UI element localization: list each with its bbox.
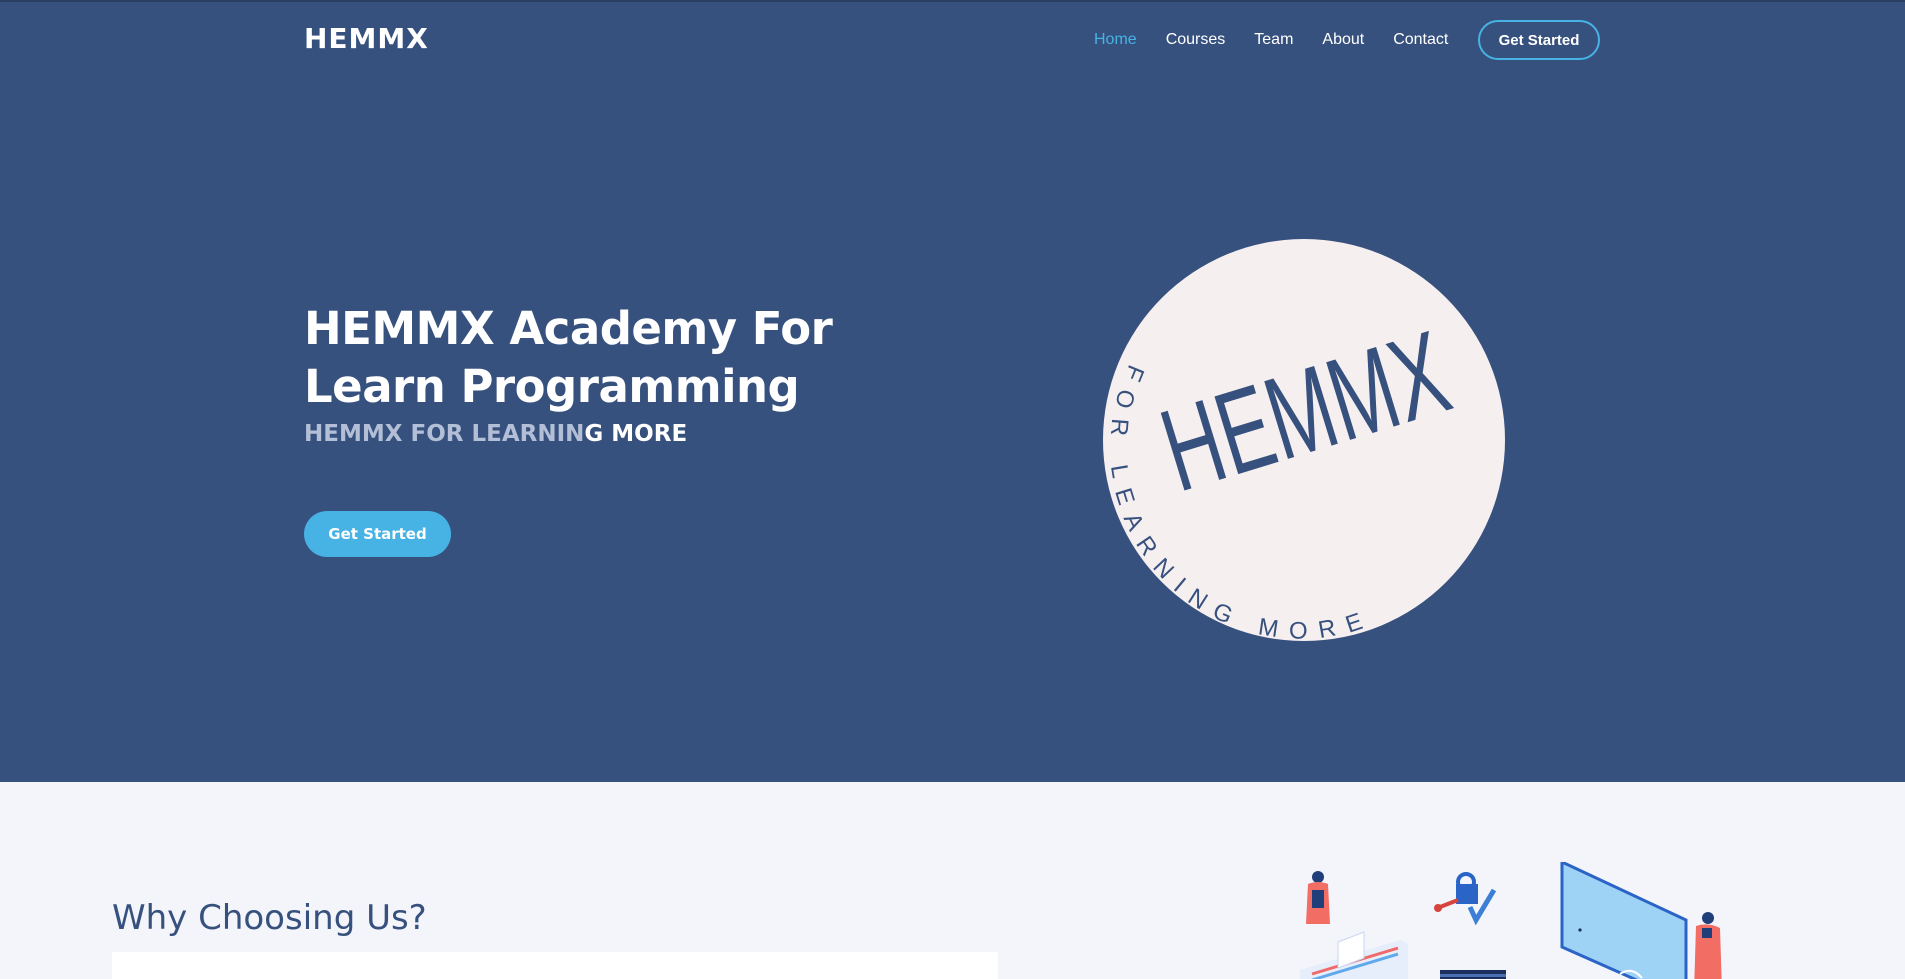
- monitor-illustration: [1560, 862, 1688, 979]
- hero-subtitle-cursor-part: G MORE: [584, 421, 688, 447]
- header-get-started-button[interactable]: Get Started: [1478, 20, 1600, 60]
- nav-courses[interactable]: Courses: [1166, 31, 1226, 49]
- desk-illustration: [1300, 931, 1408, 979]
- nav-about[interactable]: About: [1322, 31, 1364, 49]
- site-header: HEMMX Home Courses Team About Contact Ge…: [0, 0, 1905, 78]
- hero-subtitle: HEMMX FOR LEARNING MORE: [304, 421, 687, 447]
- hero-section: HEMMX Academy For Learn Programming HEMM…: [0, 78, 1905, 782]
- hero-subtitle-typed: HEMMX FOR LEARNIN: [304, 421, 585, 447]
- nav-home[interactable]: Home: [1094, 31, 1137, 49]
- hero-get-started-button[interactable]: Get Started: [304, 511, 451, 557]
- hero-title: HEMMX Academy For Learn Programming: [304, 302, 833, 413]
- person-right-illustration: [1694, 912, 1722, 979]
- main-nav: Home Courses Team About Contact: [1094, 20, 1477, 60]
- why-accordion-card: [112, 952, 998, 979]
- hero-emblem-logo: HEMMX FOR LEARNING MORE: [1103, 239, 1505, 642]
- site-logo[interactable]: HEMMX: [304, 22, 429, 55]
- why-illustration: [1300, 862, 1722, 979]
- why-section: Why Choosing Us?: [0, 782, 1905, 979]
- nav-contact[interactable]: Contact: [1393, 31, 1448, 49]
- person-left-illustration: [1306, 871, 1330, 924]
- why-title: Why Choosing Us?: [112, 898, 427, 938]
- nav-team[interactable]: Team: [1254, 31, 1293, 49]
- lock-illustration: [1434, 872, 1506, 979]
